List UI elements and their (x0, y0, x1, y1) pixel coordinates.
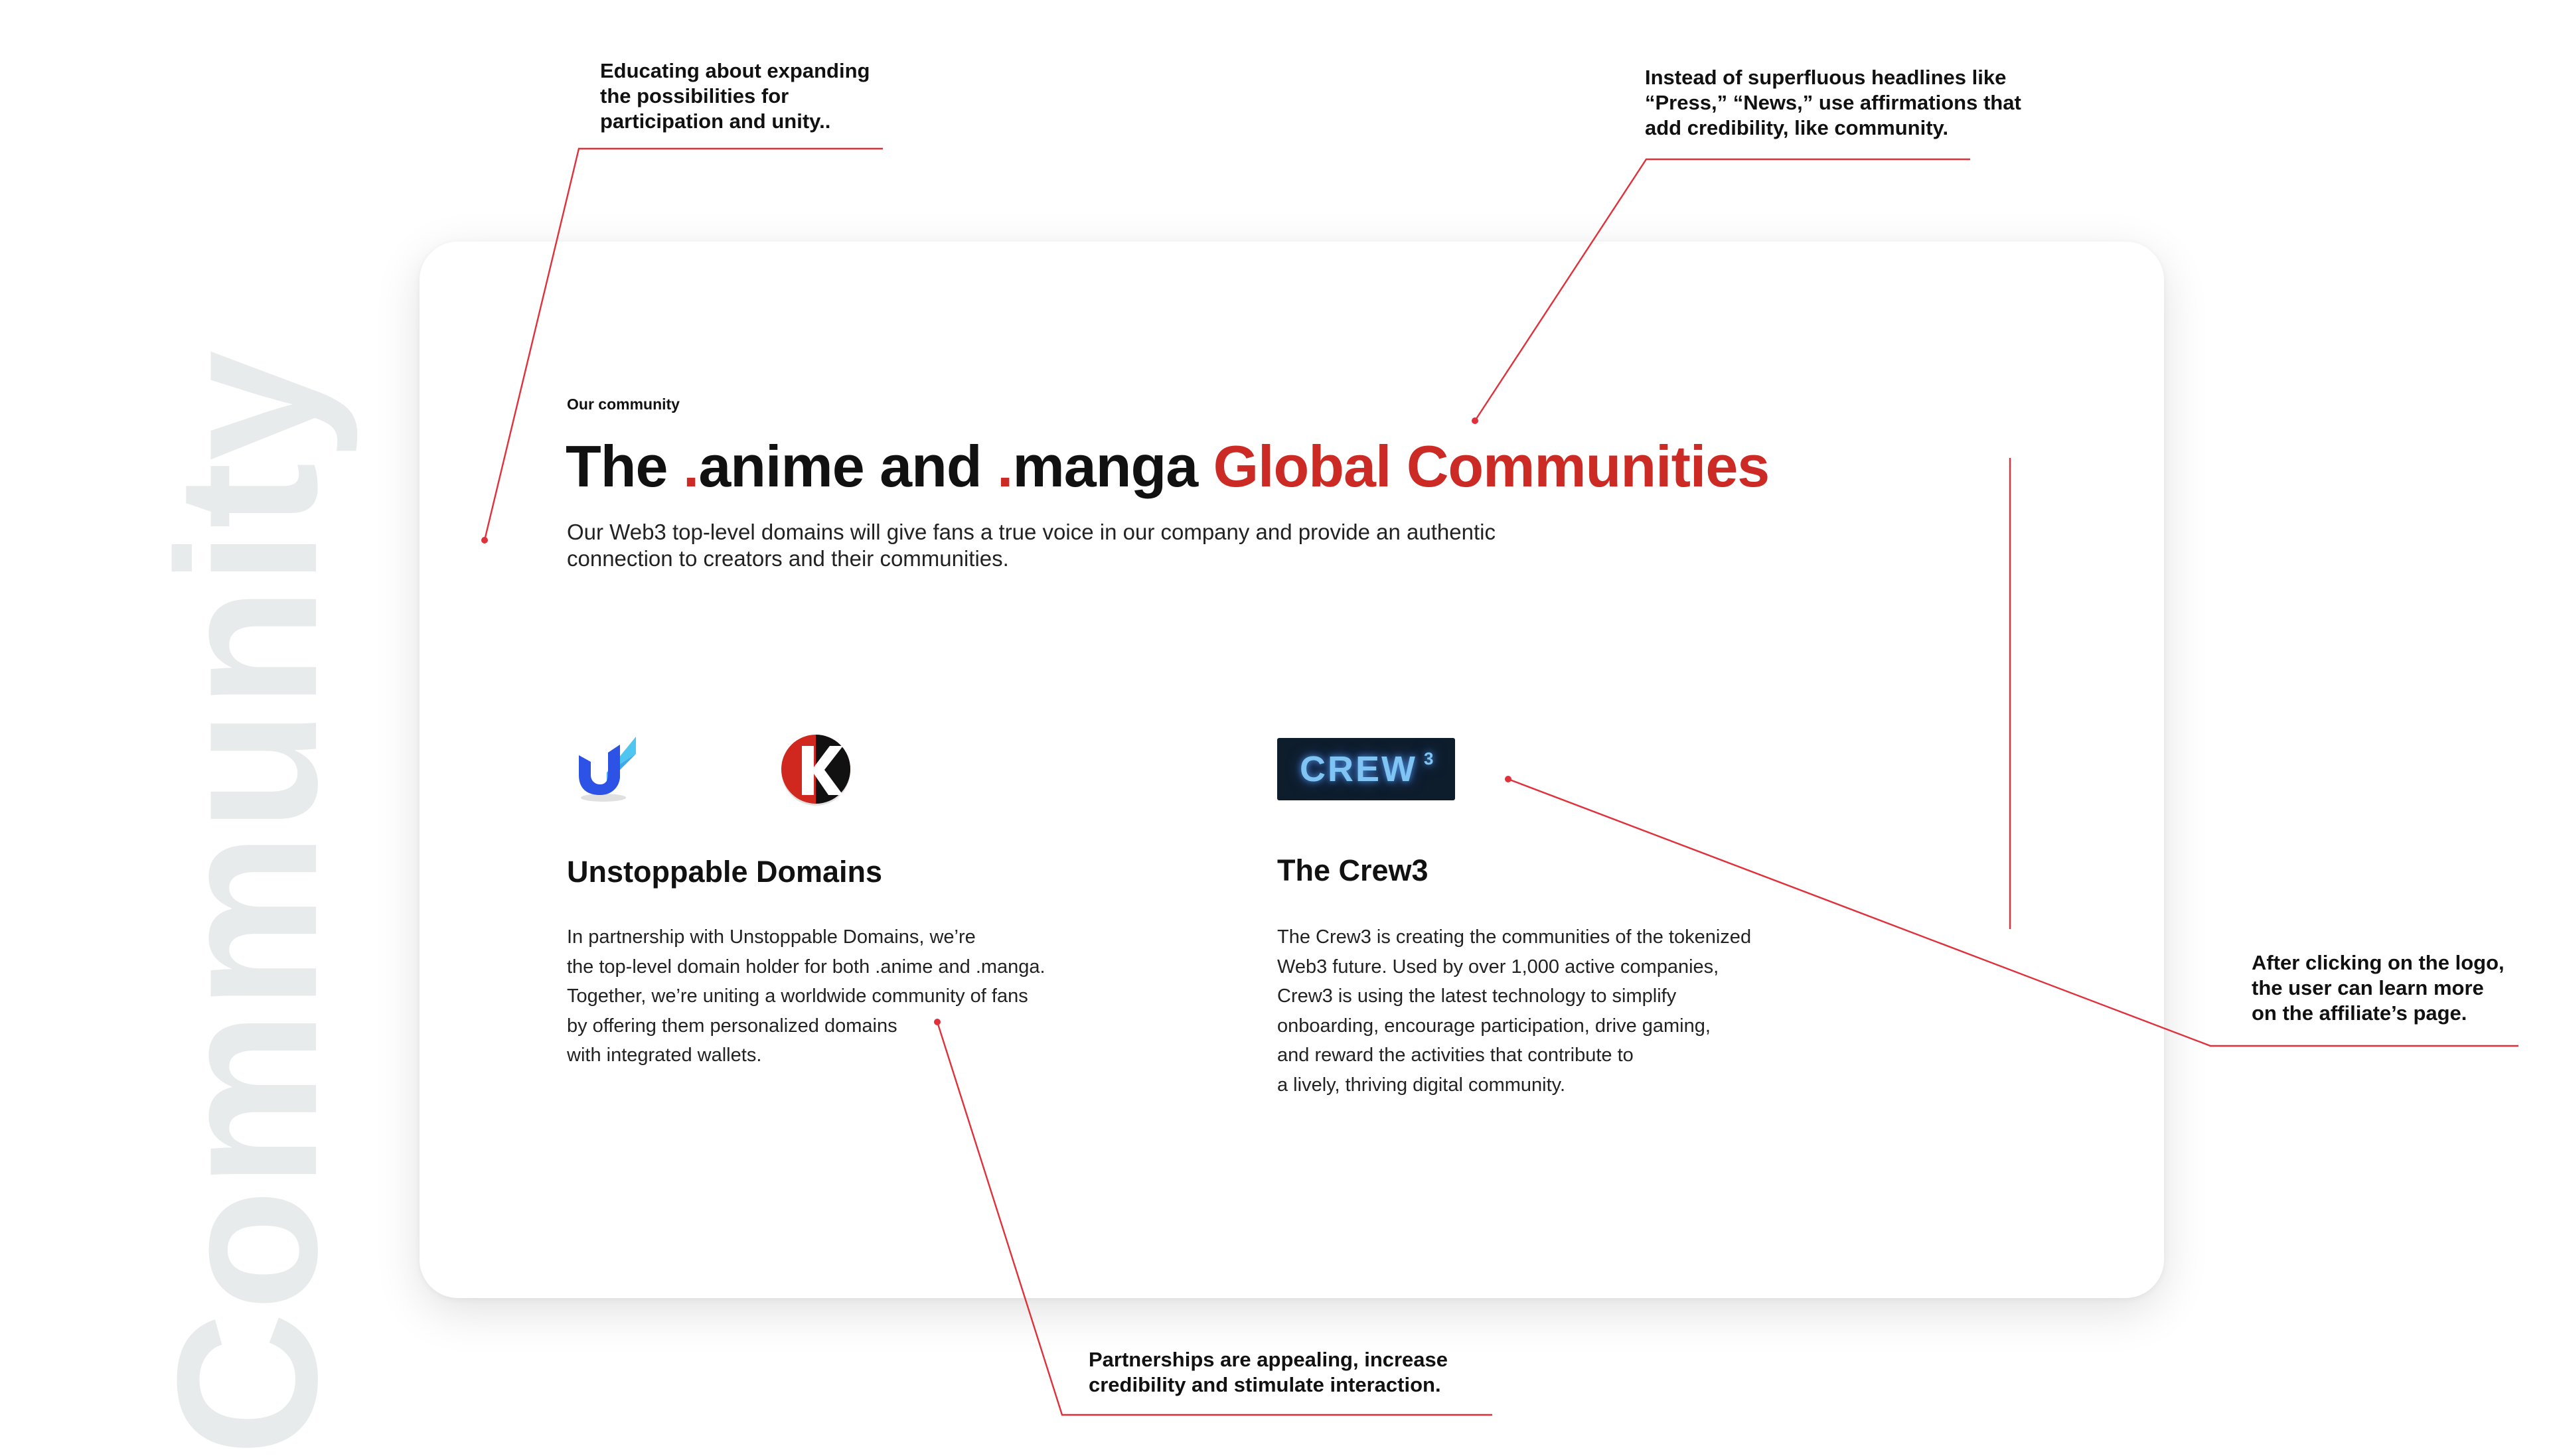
annotation-dot-bottom (934, 1019, 941, 1025)
annotation-dot-top-left (481, 537, 488, 544)
annotation-lines (481, 147, 2518, 1416)
annotation-line-top-right (1474, 158, 1970, 421)
annotation-line-top-left (483, 147, 883, 541)
annotation-line-bottom (936, 1021, 1492, 1416)
annotation-line-right (1507, 778, 2518, 1047)
annotation-dot-right (1505, 776, 1511, 782)
annotation-dot-top-right (1472, 417, 1478, 424)
